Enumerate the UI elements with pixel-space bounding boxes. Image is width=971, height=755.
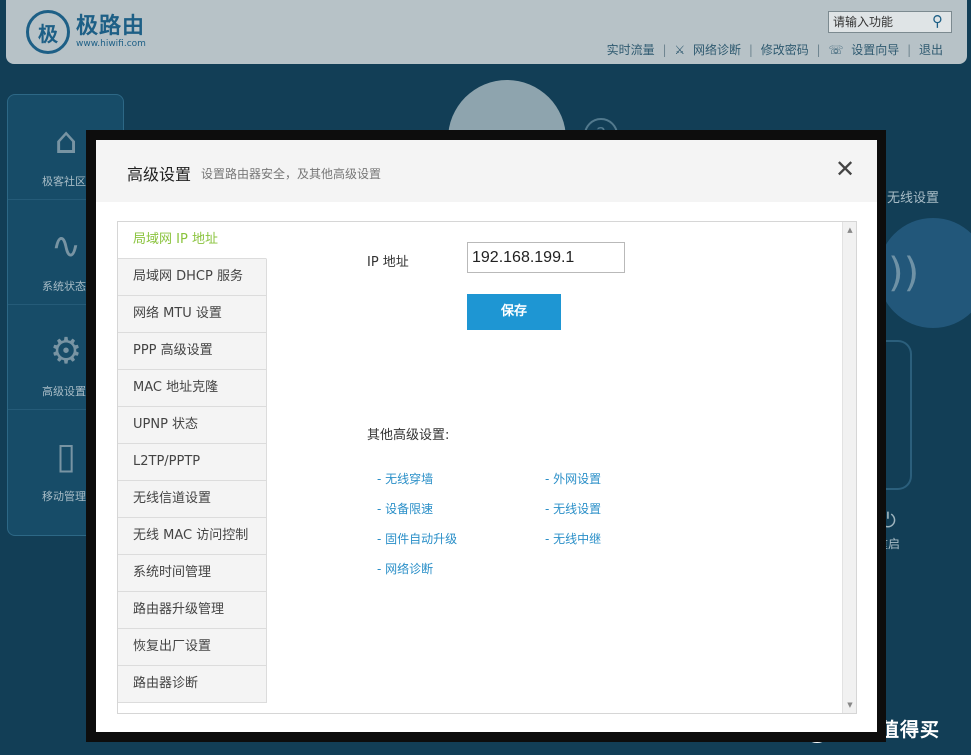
top-link-logout[interactable]: 退出 xyxy=(919,43,943,57)
logo-icon: 极 xyxy=(26,10,70,54)
advanced-settings-dialog: 高级设置 设置路由器安全，及其他高级设置 ✕ 局域网 IP 地址 局域网 DHC… xyxy=(96,140,877,732)
menu-item-mtu[interactable]: 网络 MTU 设置 xyxy=(118,296,267,333)
stethoscope-icon: ⚔ xyxy=(674,43,686,57)
left-nav-label: 系统状态 xyxy=(42,280,86,293)
search-icon[interactable]: ⚲ xyxy=(932,13,948,29)
menu-item-wireless-mac-acl[interactable]: 无线 MAC 访问控制 xyxy=(118,518,267,555)
logo[interactable]: 极 极路由 www.hiwifi.com xyxy=(26,10,146,54)
wireless-settings-label: 无线设置 xyxy=(887,191,940,206)
menu-item-mac-clone[interactable]: MAC 地址克隆 xyxy=(118,370,267,407)
menu-item-firmware-upgrade[interactable]: 路由器升级管理 xyxy=(118,592,267,629)
dialog-subtitle: 设置路由器安全，及其他高级设置 xyxy=(201,167,382,181)
menu-item-lan-dhcp[interactable]: 局域网 DHCP 服务 xyxy=(118,259,267,296)
scroll-down-arrow-icon[interactable]: ▼ xyxy=(846,701,854,709)
menu-item-system-time[interactable]: 系统时间管理 xyxy=(118,555,267,592)
left-nav-label: 高级设置 xyxy=(42,385,86,398)
wifi-icon: )) xyxy=(878,218,971,328)
top-link-realtime-traffic[interactable]: 实时流量 xyxy=(607,43,655,57)
menu-item-ppp[interactable]: PPP 高级设置 xyxy=(118,333,267,370)
menu-item-upnp[interactable]: UPNP 状态 xyxy=(118,407,267,444)
top-link-network-diagnosis[interactable]: 网络诊断 xyxy=(693,43,741,57)
link-wireless-settings[interactable]: - 无线设置 xyxy=(545,500,601,517)
left-nav-label: 移动管理 xyxy=(42,490,86,503)
scrollbar[interactable]: ▲ ▼ xyxy=(842,222,856,713)
settings-menu: 局域网 IP 地址 局域网 DHCP 服务 网络 MTU 设置 PPP 高级设置… xyxy=(118,222,267,703)
pulse-icon: ∿ xyxy=(50,226,82,267)
ip-address-input[interactable] xyxy=(467,242,625,273)
link-wan-settings[interactable]: - 外网设置 xyxy=(545,470,601,487)
link-firmware-auto-upgrade[interactable]: - 固件自动升级 xyxy=(377,530,457,547)
scroll-up-arrow-icon[interactable]: ▲ xyxy=(846,226,854,234)
link-network-diagnosis[interactable]: - 网络诊断 xyxy=(377,560,433,577)
chat-icon: ☏ xyxy=(828,43,844,57)
logo-url: www.hiwifi.com xyxy=(76,38,146,49)
link-device-speed-limit[interactable]: - 设备限速 xyxy=(377,500,433,517)
settings-panel: 局域网 IP 地址 局域网 DHCP 服务 网络 MTU 设置 PPP 高级设置… xyxy=(117,221,857,714)
ip-address-label: IP 地址 xyxy=(367,255,409,270)
link-wireless-repeater[interactable]: - 无线中继 xyxy=(545,530,601,547)
left-nav-label: 极客社区 xyxy=(42,175,86,188)
dialog-title: 高级设置 xyxy=(127,165,192,184)
settings-content: IP 地址 保存 其他高级设置: - 无线穿墙 - 外网设置 - 设备限速 - … xyxy=(267,222,844,713)
dialog-header: 高级设置 设置路由器安全，及其他高级设置 ✕ xyxy=(96,140,877,202)
other-settings-title: 其他高级设置: xyxy=(367,428,450,443)
menu-item-lan-ip[interactable]: 局域网 IP 地址 xyxy=(118,222,267,259)
logo-name: 极路由 xyxy=(76,13,146,39)
home-icon: ⌂ xyxy=(54,121,78,162)
top-bar: 极 极路由 www.hiwifi.com 请输入功能 ⚲ 实时流量 | ⚔ 网络… xyxy=(6,0,967,64)
gear-icon: ⚙ xyxy=(49,331,83,372)
close-icon[interactable]: ✕ xyxy=(833,157,857,181)
menu-item-wireless-channel[interactable]: 无线信道设置 xyxy=(118,481,267,518)
phone-icon: ▯ xyxy=(56,436,76,477)
menu-item-l2tp-pptp[interactable]: L2TP/PPTP xyxy=(118,444,267,481)
top-link-setup-wizard[interactable]: 设置向导 xyxy=(851,43,899,57)
top-links: 实时流量 | ⚔ 网络诊断 | 修改密码 | ☏ 设置向导 | 退出 xyxy=(606,43,943,57)
link-wireless-wall-penetration[interactable]: - 无线穿墙 xyxy=(377,470,433,487)
save-button[interactable]: 保存 xyxy=(467,294,561,330)
menu-item-factory-reset[interactable]: 恢复出厂设置 xyxy=(118,629,267,666)
menu-item-router-diagnosis[interactable]: 路由器诊断 xyxy=(118,666,267,703)
top-link-change-password[interactable]: 修改密码 xyxy=(761,43,809,57)
